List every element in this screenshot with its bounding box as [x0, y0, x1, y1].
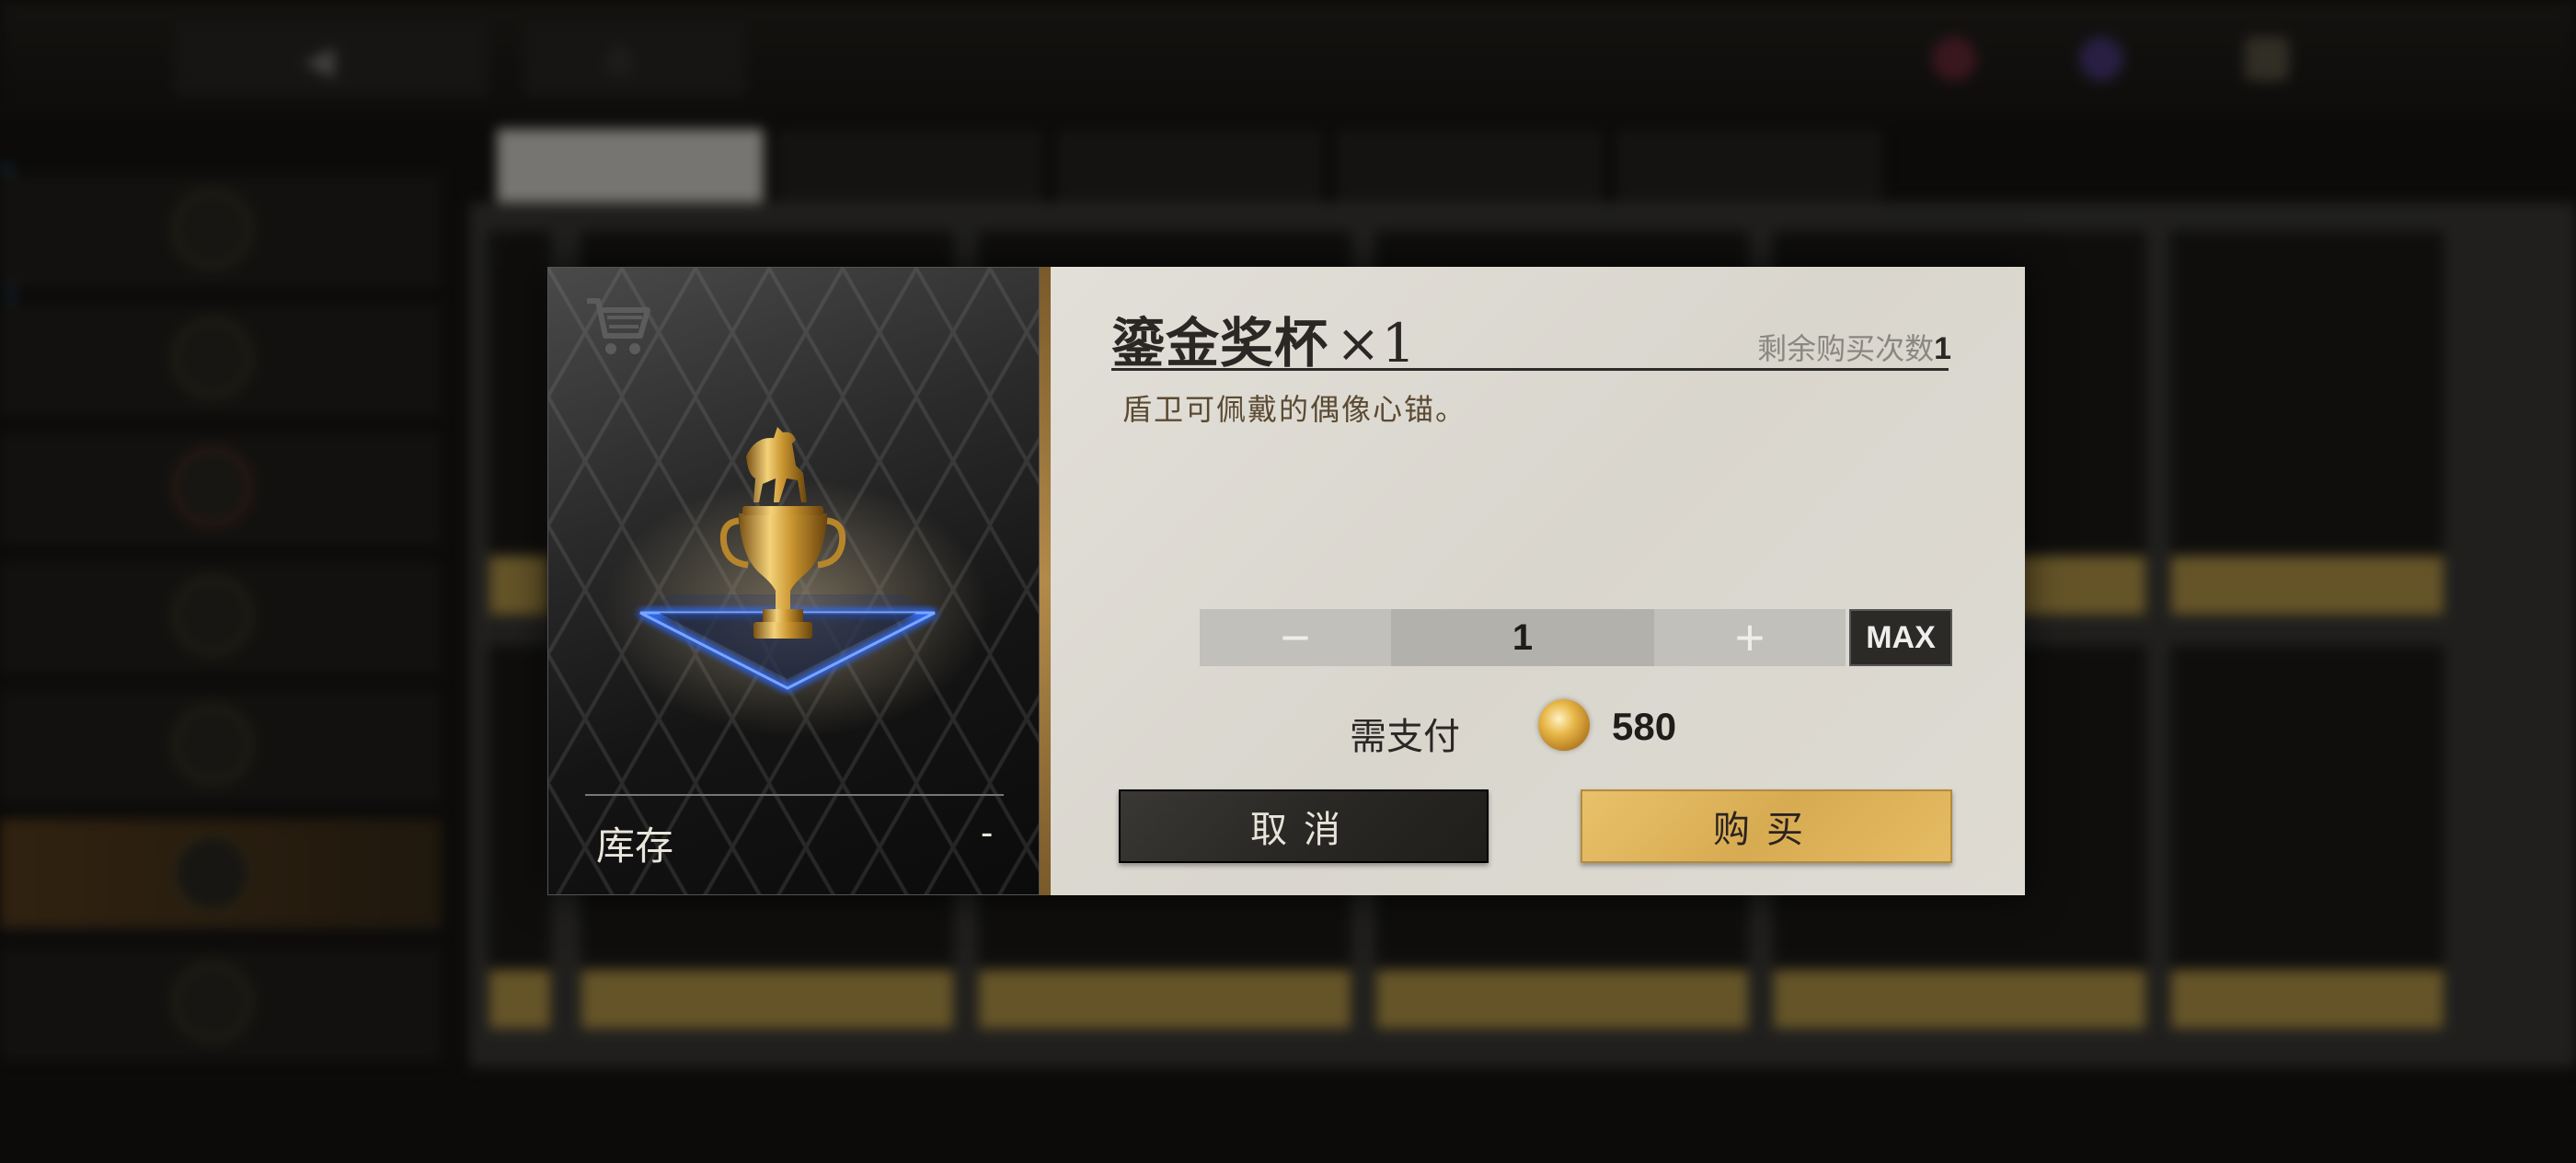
item-quantity-badge: ×1: [1336, 312, 1417, 374]
pay-label: 需支付: [1350, 716, 1460, 758]
quantity-value[interactable]: 1: [1391, 609, 1654, 666]
title-underline: [1111, 368, 1949, 371]
remaining-purchases: 剩余购买次数1: [1757, 326, 1951, 368]
purchase-dialog: 库存 - 鎏金奖杯 ×1 剩余购买次数1 盾卫可佩戴的偶像心锚。 − 1 + MA…: [547, 267, 2025, 895]
divider: [585, 794, 1004, 796]
item-preview-panel: 库存 -: [547, 267, 1040, 895]
item-info-panel: 鎏金奖杯 ×1 剩余购买次数1 盾卫可佩戴的偶像心锚。 − 1 + MAX 需支付…: [1051, 267, 2025, 895]
panel-divider: [1040, 267, 1051, 895]
shopping-cart-icon: [587, 298, 650, 354]
max-button[interactable]: MAX: [1849, 609, 1952, 666]
cancel-button[interactable]: 取消: [1119, 789, 1489, 863]
item-name: 鎏金奖杯: [1111, 312, 1329, 374]
remaining-count: 1: [1934, 331, 1951, 366]
stock-label: 库存: [596, 823, 674, 869]
increment-button[interactable]: +: [1654, 609, 1846, 666]
item-description: 盾卫可佩戴的偶像心锚。: [1122, 393, 1467, 426]
decrement-button[interactable]: −: [1200, 609, 1391, 666]
buy-button[interactable]: 购买: [1581, 789, 1952, 863]
gilded-trophy-image: [719, 427, 846, 639]
gold-coin-icon: [1538, 699, 1590, 751]
pay-amount: 580: [1612, 705, 1677, 748]
item-title: 鎏金奖杯 ×1: [1111, 300, 1417, 377]
stock-value: -: [981, 812, 994, 853]
remaining-label: 剩余购买次数: [1757, 332, 1935, 365]
quantity-stepper: − 1 +: [1200, 609, 1846, 666]
